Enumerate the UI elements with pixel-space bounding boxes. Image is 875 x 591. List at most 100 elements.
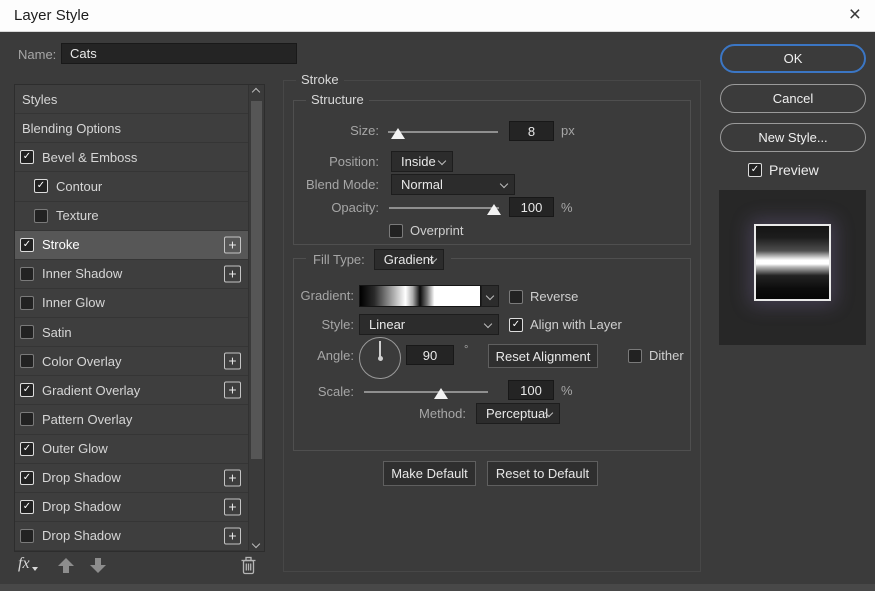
sidebar-item-gradient-overlay[interactable]: ✓ Gradient Overlay +: [15, 376, 264, 405]
opacity-slider-track[interactable]: [389, 207, 499, 209]
blend-mode-dropdown[interactable]: Normal: [391, 174, 515, 195]
dither-checkbox-row[interactable]: Dither: [628, 348, 684, 363]
chevron-down-icon: [438, 157, 446, 165]
window-title: Layer Style: [14, 0, 89, 32]
sidebar-item-label: Inner Glow: [42, 295, 105, 310]
move-effect-down-button[interactable]: [90, 558, 106, 573]
style-value: Linear: [369, 317, 405, 332]
scale-label: Scale:: [294, 384, 354, 399]
reset-alignment-button[interactable]: Reset Alignment: [488, 344, 598, 368]
position-label: Position:: [294, 154, 379, 169]
sidebar-item-satin[interactable]: Satin: [15, 318, 264, 347]
scale-slider-thumb[interactable]: [434, 388, 448, 399]
sidebar-item-drop-shadow[interactable]: ✓Drop Shadow+: [15, 493, 264, 522]
angle-dial[interactable]: [359, 337, 401, 379]
align-with-layer-checkbox[interactable]: ✓: [509, 318, 523, 332]
sidebar-item-outer-glow[interactable]: ✓Outer Glow: [15, 435, 264, 464]
close-icon[interactable]: ×: [849, 0, 861, 30]
fill-type-dropdown[interactable]: Gradient: [374, 249, 444, 270]
sidebar-item-contour[interactable]: ✓Contour: [15, 172, 264, 201]
scale-unit: %: [561, 383, 573, 398]
gradient-picker-button[interactable]: [481, 285, 499, 307]
stroke-checkbox[interactable]: ✓: [20, 238, 34, 252]
reverse-checkbox-row[interactable]: Reverse: [509, 289, 578, 304]
sidebar-item-inner-glow[interactable]: Inner Glow: [15, 289, 264, 318]
drop-shadow-checkbox[interactable]: [20, 529, 34, 543]
scroll-up-icon[interactable]: [252, 88, 260, 96]
pattern-overlay-checkbox[interactable]: [20, 412, 34, 426]
gradient-swatch[interactable]: [359, 285, 481, 307]
sidebar-item-drop-shadow[interactable]: Drop Shadow+: [15, 522, 264, 551]
cancel-button[interactable]: Cancel: [720, 84, 866, 113]
align-with-layer-checkbox-row[interactable]: ✓ Align with Layer: [509, 317, 622, 332]
add-gradient-overlay-button[interactable]: +: [224, 382, 241, 399]
inner-glow-checkbox[interactable]: [20, 296, 34, 310]
sidebar-item-bevel-emboss[interactable]: ✓Bevel & Emboss: [15, 143, 264, 172]
make-default-button[interactable]: Make Default: [383, 461, 476, 486]
angle-input[interactable]: [406, 345, 454, 365]
preview-label: Preview: [769, 162, 819, 178]
preview-checkbox[interactable]: ✓: [748, 163, 762, 177]
style-name-input[interactable]: [61, 43, 297, 64]
contour-checkbox[interactable]: ✓: [34, 179, 48, 193]
gradient-label: Gradient:: [294, 288, 354, 303]
name-label: Name:: [18, 47, 56, 62]
sidebar-item-inner-shadow[interactable]: Inner Shadow+: [15, 260, 264, 289]
sidebar-item-color-overlay[interactable]: Color Overlay+: [15, 347, 264, 376]
drop-shadow-checkbox[interactable]: ✓: [20, 471, 34, 485]
method-dropdown[interactable]: Perceptual: [476, 403, 560, 424]
opacity-input[interactable]: [509, 197, 554, 217]
chevron-down-icon: [484, 320, 492, 328]
scale-input[interactable]: [508, 380, 554, 400]
sidebar-item-label: Stroke: [42, 237, 80, 252]
ok-button[interactable]: OK: [720, 44, 866, 73]
add-drop-shadow-button[interactable]: +: [224, 527, 241, 544]
size-slider[interactable]: [388, 126, 498, 140]
fx-menu-button[interactable]: fx: [18, 555, 30, 573]
delete-effect-button[interactable]: [240, 556, 257, 575]
blend-mode-label: Blend Mode:: [294, 177, 379, 192]
position-dropdown[interactable]: Inside: [391, 151, 453, 172]
opacity-unit: %: [561, 200, 573, 215]
size-input[interactable]: [509, 121, 554, 141]
add-stroke-button[interactable]: +: [224, 236, 241, 253]
sidebar-item-pattern-overlay[interactable]: Pattern Overlay: [15, 405, 264, 434]
bevel-emboss-checkbox[interactable]: ✓: [20, 150, 34, 164]
add-drop-shadow-button[interactable]: +: [224, 469, 241, 486]
sidebar-item-stroke[interactable]: ✓ Stroke +: [15, 231, 264, 260]
sidebar-item-blending-options[interactable]: Blending Options: [15, 114, 264, 143]
add-inner-shadow-button[interactable]: +: [224, 265, 241, 282]
add-color-overlay-button[interactable]: +: [224, 353, 241, 370]
scroll-down-icon[interactable]: [252, 540, 260, 548]
opacity-slider[interactable]: [389, 202, 499, 216]
sidebar-item-label: Drop Shadow: [42, 470, 121, 485]
move-effect-up-button[interactable]: [58, 558, 74, 573]
style-dropdown[interactable]: Linear: [359, 314, 499, 335]
outer-glow-checkbox[interactable]: ✓: [20, 442, 34, 456]
opacity-slider-thumb[interactable]: [487, 204, 501, 215]
inner-shadow-checkbox[interactable]: [20, 267, 34, 281]
texture-checkbox[interactable]: [34, 209, 48, 223]
style-preview-area: [719, 190, 866, 345]
sidebar-item-label: Gradient Overlay: [42, 383, 140, 398]
styles-scrollbar[interactable]: [248, 85, 264, 551]
scale-slider-track[interactable]: [364, 391, 488, 393]
reverse-checkbox[interactable]: [509, 290, 523, 304]
preview-checkbox-row[interactable]: ✓ Preview: [748, 162, 819, 178]
new-style-button[interactable]: New Style...: [720, 123, 866, 152]
gradient-overlay-checkbox[interactable]: ✓: [20, 383, 34, 397]
overprint-checkbox-row[interactable]: Overprint: [389, 223, 463, 238]
sidebar-item-texture[interactable]: Texture: [15, 202, 264, 231]
scale-slider[interactable]: [364, 386, 488, 400]
satin-checkbox[interactable]: [20, 325, 34, 339]
scrollbar-thumb[interactable]: [251, 101, 262, 459]
reset-to-default-button[interactable]: Reset to Default: [487, 461, 598, 486]
add-drop-shadow-button[interactable]: +: [224, 498, 241, 515]
size-slider-thumb[interactable]: [391, 128, 405, 139]
overprint-checkbox[interactable]: [389, 224, 403, 238]
dither-checkbox[interactable]: [628, 349, 642, 363]
sidebar-item-styles[interactable]: Styles: [15, 85, 264, 114]
drop-shadow-checkbox[interactable]: ✓: [20, 500, 34, 514]
color-overlay-checkbox[interactable]: [20, 354, 34, 368]
sidebar-item-drop-shadow[interactable]: ✓ Drop Shadow +: [15, 464, 264, 493]
